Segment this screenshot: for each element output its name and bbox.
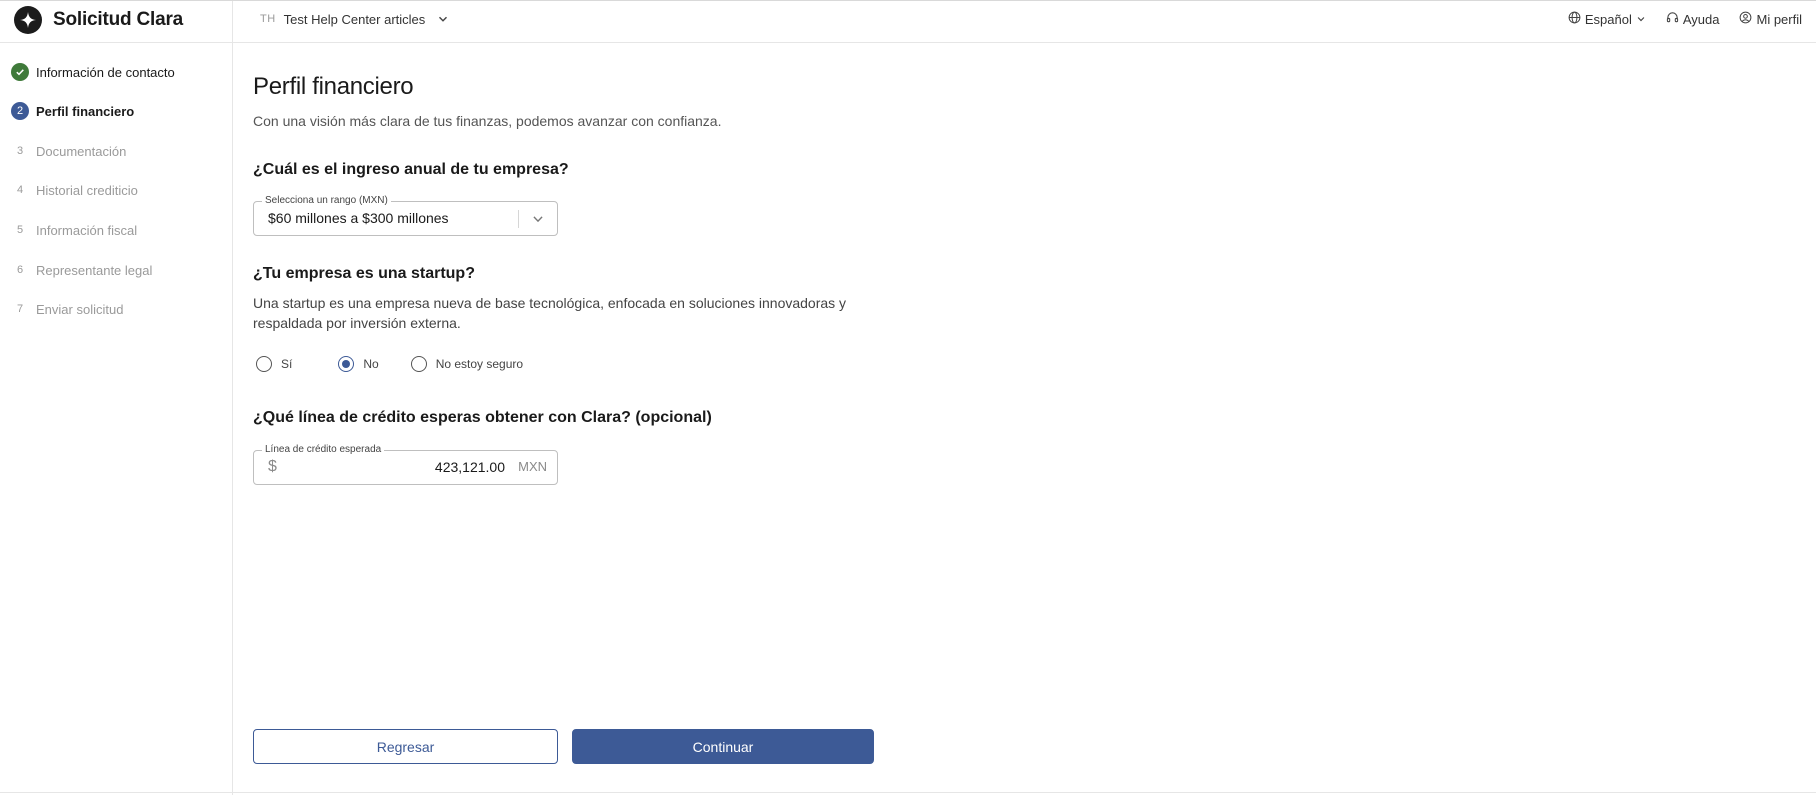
step-label: Enviar solicitud [36, 301, 124, 317]
step-label: Información fiscal [36, 222, 138, 238]
step-enviar-solicitud[interactable]: 7 Enviar solicitud [11, 298, 124, 320]
step-label: Documentación [36, 143, 127, 159]
radio-label: No [363, 357, 379, 371]
step-number: 6 [16, 264, 24, 276]
currency-prefix: $ [268, 458, 277, 475]
credit-question: ¿Qué línea de crédito esperas obtener co… [253, 409, 712, 426]
income-range-select[interactable]: Selecciona un rango (MXN) $60 millones a… [253, 195, 558, 236]
credit-line-input[interactable]: Línea de crédito esperada $ 423,121.00 M… [253, 444, 558, 485]
bottom-divider [0, 792, 1816, 793]
help-link[interactable]: Ayuda [1666, 11, 1720, 27]
startup-description: Una startup es una empresa nueva de base… [253, 295, 847, 331]
radio-button[interactable] [256, 356, 272, 372]
steps-sidebar: Información de contacto 2 Perfil financi… [0, 43, 233, 795]
radio-label: No estoy seguro [435, 357, 524, 371]
continue-button[interactable]: Continuar [572, 729, 874, 764]
top-header: Solicitud Clara TH Test Help Center arti… [0, 0, 1816, 43]
startup-radio-group: Sí No No estoy seguro [256, 356, 523, 372]
profile-label: Mi perfil [1756, 11, 1802, 27]
radio-dot [342, 360, 351, 368]
org-name: Test Help Center articles [283, 11, 426, 27]
check-icon [11, 63, 29, 81]
income-select-value[interactable]: $60 millones a $300 millones [268, 210, 449, 226]
step-perfil-financiero[interactable]: 2 Perfil financiero [11, 100, 134, 122]
step-informacion-fiscal[interactable]: 5 Información fiscal [11, 219, 137, 241]
radio-label: Sí [281, 357, 293, 371]
step-label: Información de contacto [36, 64, 175, 80]
radio-option-si[interactable]: Sí [256, 356, 292, 372]
select-divider [518, 210, 519, 228]
language-selector[interactable]: Español [1568, 11, 1646, 27]
step-documentacion[interactable]: 3 Documentación [11, 140, 126, 162]
radio-button-selected[interactable] [338, 356, 355, 372]
credit-input-legend: Línea de crédito esperada [262, 444, 385, 455]
income-select-legend: Selecciona un rango (MXN) [262, 195, 391, 206]
clara-logo-icon [14, 6, 42, 34]
currency-suffix: MXN [518, 459, 547, 474]
step-number: 3 [16, 145, 24, 157]
organization-switcher[interactable]: TH Test Help Center articles [260, 9, 449, 29]
step-number: 7 [16, 303, 24, 315]
step-historial-crediticio[interactable]: 4 Historial crediticio [11, 179, 138, 201]
radio-option-no[interactable]: No [338, 356, 379, 372]
profile-link[interactable]: Mi perfil [1739, 11, 1802, 27]
org-initials: TH [260, 13, 276, 25]
step-number: 5 [16, 224, 24, 236]
step-informacion-contacto[interactable]: Información de contacto [11, 61, 175, 83]
step-number: 2 [11, 102, 29, 120]
brand[interactable]: Solicitud Clara [14, 5, 183, 35]
chevron-down-icon [437, 13, 449, 25]
radio-button[interactable] [410, 356, 427, 372]
headset-icon [1666, 11, 1679, 27]
app-title: Solicitud Clara [53, 9, 184, 30]
step-label: Historial crediticio [36, 182, 138, 198]
help-label: Ayuda [1682, 11, 1720, 27]
back-button[interactable]: Regresar [253, 729, 558, 764]
main-content: Perfil financiero Con una visión más cla… [253, 43, 1793, 795]
startup-question: ¿Tu empresa es una startup? [253, 265, 475, 282]
step-label: Perfil financiero [36, 103, 135, 119]
radio-option-no-estoy-seguro[interactable]: No estoy seguro [410, 356, 524, 372]
step-representante-legal[interactable]: 6 Representante legal [11, 259, 152, 281]
page-subtitle: Con una visión más clara de tus finanzas… [253, 113, 722, 129]
step-label: Representante legal [36, 262, 153, 278]
income-question: ¿Cuál es el ingreso anual de tu empresa? [253, 161, 569, 178]
globe-icon [1568, 11, 1581, 27]
header-actions: Español Ayuda Mi perfil [1568, 9, 1802, 29]
chevron-down-icon [1636, 12, 1646, 27]
header-divider [232, 1, 233, 43]
credit-amount-value[interactable]: 423,121.00 [435, 459, 505, 475]
chevron-down-icon[interactable] [531, 212, 545, 231]
user-circle-icon [1739, 11, 1752, 27]
page-title: Perfil financiero [253, 73, 414, 100]
language-label: Español [1584, 11, 1632, 27]
step-number: 4 [16, 184, 24, 196]
